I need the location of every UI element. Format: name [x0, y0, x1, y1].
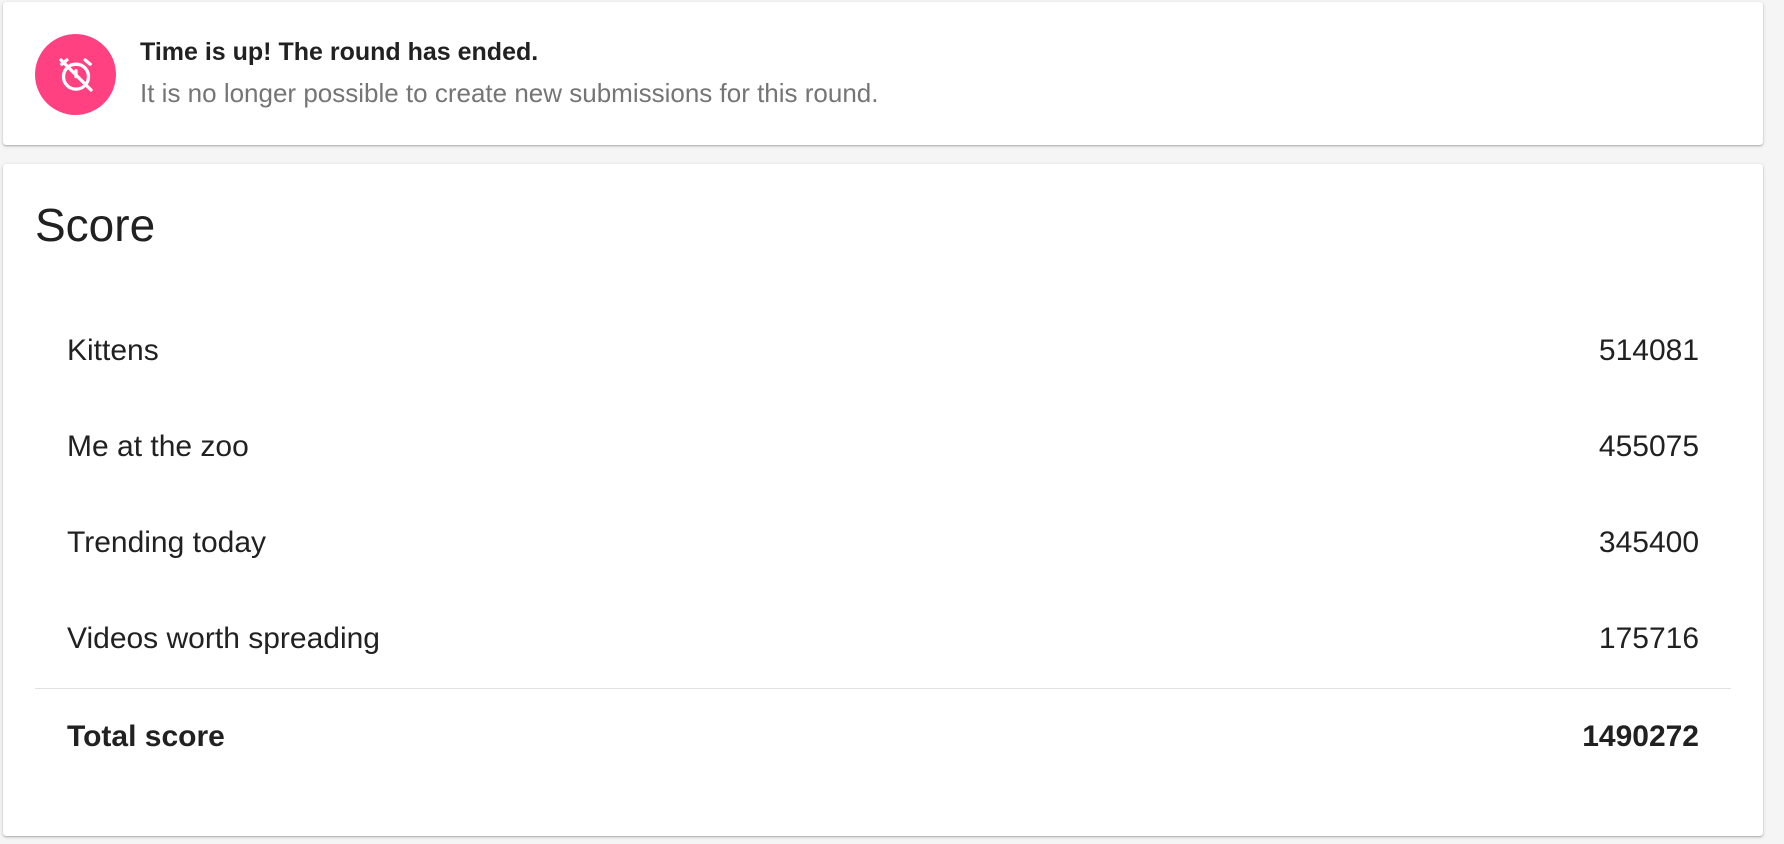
notice-message: It is no longer possible to create new s…: [140, 78, 879, 108]
alarm-off-icon: [35, 34, 116, 115]
total-score-value: 1490272: [1582, 720, 1699, 753]
score-row: Me at the zoo 455075: [67, 430, 1699, 470]
total-divider: [35, 688, 1731, 689]
score-row-label: Me at the zoo: [67, 430, 249, 463]
total-score-label: Total score: [67, 720, 225, 753]
score-row-label: Trending today: [67, 526, 267, 559]
total-score-row: Total score 1490272: [67, 720, 1699, 760]
score-row-label: Kittens: [67, 334, 159, 367]
score-row: Kittens 514081: [67, 334, 1699, 374]
score-row-value: 455075: [1598, 430, 1699, 463]
round-ended-notice: Time is up! The round has ended. It is n…: [3, 2, 1763, 145]
score-row-value: 514081: [1598, 334, 1699, 367]
score-row-label: Videos worth spreading: [67, 622, 380, 655]
score-card: Score Kittens 514081 Me at the zoo 45507…: [3, 164, 1763, 836]
score-row: Trending today 345400: [67, 526, 1699, 566]
notice-title: Time is up! The round has ended.: [140, 38, 539, 66]
score-row: Videos worth spreading 175716: [67, 622, 1699, 662]
score-title: Score: [35, 199, 156, 251]
score-row-value: 175716: [1598, 622, 1699, 655]
score-row-value: 345400: [1598, 526, 1699, 559]
